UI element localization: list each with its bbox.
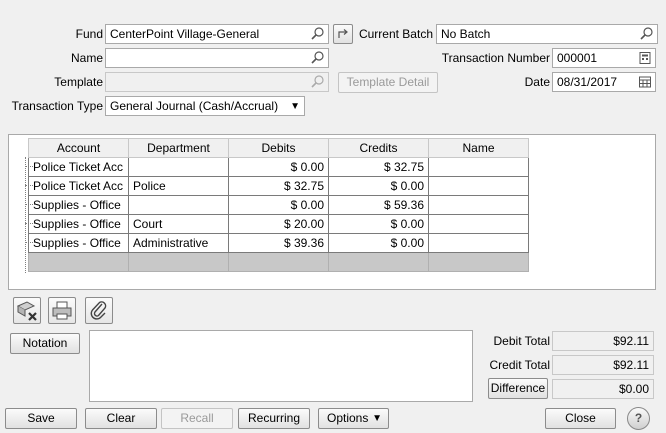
debit-total-value: $92.11 — [552, 331, 654, 351]
printer-icon — [52, 301, 72, 320]
table-row[interactable]: Police Ticket Acc $ 0.00 $ 32.75 — [28, 157, 529, 177]
save-button[interactable]: Save — [5, 408, 77, 429]
cell-credits[interactable]: $ 59.36 — [328, 195, 429, 215]
cell-debits[interactable]: $ 32.75 — [228, 176, 329, 196]
table-row[interactable]: Supplies - Office Court $ 20.00 $ 0.00 — [28, 214, 529, 234]
chevron-down-icon: ▼ — [372, 413, 382, 424]
grid-table[interactable]: Account Department Debits Credits Name P… — [28, 138, 529, 272]
name-field[interactable] — [105, 48, 329, 68]
lookup-icon[interactable] — [311, 51, 325, 65]
table-row[interactable]: Supplies - Office Administrative $ 39.36… — [28, 233, 529, 253]
current-batch-label: Current Batch — [358, 27, 433, 41]
delete-row-icon — [16, 301, 37, 321]
cell-debits[interactable]: $ 20.00 — [228, 214, 329, 234]
cell-credits[interactable]: $ 0.00 — [328, 176, 429, 196]
cell-credits[interactable]: $ 0.00 — [328, 214, 429, 234]
cell-debits[interactable]: $ 39.36 — [228, 233, 329, 253]
cell-name[interactable] — [428, 214, 529, 234]
column-header-name[interactable]: Name — [428, 138, 529, 158]
paperclip-icon — [90, 301, 107, 320]
attachment-button[interactable] — [85, 297, 113, 324]
cell-name[interactable] — [428, 233, 529, 253]
date-value: 08/31/2017 — [557, 75, 618, 89]
recurring-button[interactable]: Recurring — [238, 408, 310, 429]
column-header-department[interactable]: Department — [128, 138, 229, 158]
cell-account[interactable]: Supplies - Office — [28, 195, 129, 215]
name-label: Name — [70, 51, 103, 65]
column-header-credits[interactable]: Credits — [328, 138, 429, 158]
print-button[interactable] — [48, 297, 76, 324]
notation-textarea[interactable] — [89, 330, 473, 402]
cell-debits[interactable] — [228, 252, 329, 272]
cell-department[interactable]: Police — [128, 176, 229, 196]
fund-label: Fund — [75, 27, 103, 41]
credit-total-value: $92.11 — [552, 355, 654, 375]
cell-department[interactable]: Court — [128, 214, 229, 234]
close-button[interactable]: Close — [545, 408, 616, 429]
transaction-number-value: 000001 — [557, 51, 598, 65]
transaction-type-label: Transaction Type — [11, 99, 103, 113]
cell-account[interactable] — [28, 252, 129, 272]
transaction-type-select[interactable]: General Journal (Cash/Accrual) ▼ — [105, 96, 305, 116]
template-field — [105, 72, 329, 92]
fund-value: CenterPoint Village-General — [110, 27, 260, 41]
cell-name[interactable] — [428, 176, 529, 196]
help-button[interactable]: ? — [627, 407, 650, 430]
calendar-icon[interactable] — [638, 75, 652, 89]
difference-button[interactable]: Difference — [488, 378, 548, 399]
date-field[interactable]: 08/31/2017 — [552, 72, 656, 92]
cell-name[interactable] — [428, 195, 529, 215]
cell-name[interactable] — [428, 252, 529, 272]
calculator-icon[interactable] — [638, 51, 652, 65]
cell-name[interactable] — [428, 157, 529, 177]
cell-credits[interactable] — [328, 252, 429, 272]
date-label: Date — [524, 75, 550, 89]
column-header-account[interactable]: Account — [28, 138, 129, 158]
template-label: Template — [54, 75, 103, 89]
current-batch-field[interactable]: No Batch — [436, 24, 658, 44]
options-button[interactable]: Options ▼ — [318, 408, 389, 429]
cell-account[interactable]: Police Ticket Acc — [28, 176, 129, 196]
cell-department[interactable] — [128, 195, 229, 215]
transaction-number-label: Transaction Number — [441, 51, 550, 65]
options-label: Options — [327, 411, 369, 425]
lookup-icon[interactable] — [640, 27, 654, 41]
cell-credits[interactable]: $ 32.75 — [328, 157, 429, 177]
tree-connector — [25, 157, 26, 273]
transaction-type-value: General Journal (Cash/Accrual) — [110, 99, 279, 113]
notation-button[interactable]: Notation — [10, 333, 80, 354]
help-icon: ? — [634, 411, 643, 425]
cell-department[interactable]: Administrative — [128, 233, 229, 253]
debit-total-label: Debit Total — [493, 334, 550, 348]
difference-value: $0.00 — [552, 379, 654, 399]
cell-account[interactable]: Supplies - Office — [28, 214, 129, 234]
column-header-debits[interactable]: Debits — [228, 138, 329, 158]
transaction-grid[interactable]: Account Department Debits Credits Name P… — [8, 134, 656, 290]
table-row[interactable]: Police Ticket Acc Police $ 32.75 $ 0.00 — [28, 176, 529, 196]
cell-credits[interactable]: $ 0.00 — [328, 233, 429, 253]
new-row[interactable] — [28, 252, 529, 272]
lookup-icon[interactable] — [311, 27, 325, 41]
lookup-icon — [311, 75, 324, 88]
cell-department[interactable] — [128, 252, 229, 272]
cell-department[interactable] — [128, 157, 229, 177]
recall-button: Recall — [161, 408, 233, 429]
table-row[interactable]: Supplies - Office $ 0.00 $ 59.36 — [28, 195, 529, 215]
cell-debits[interactable]: $ 0.00 — [228, 157, 329, 177]
chevron-down-icon: ▼ — [290, 101, 300, 112]
cell-account[interactable]: Supplies - Office — [28, 233, 129, 253]
fund-field[interactable]: CenterPoint Village-General — [105, 24, 329, 44]
current-batch-value: No Batch — [441, 27, 491, 41]
delete-row-button[interactable] — [13, 297, 41, 324]
template-detail-button: Template Detail — [338, 72, 438, 93]
credit-total-label: Credit Total — [489, 358, 550, 372]
clear-button[interactable]: Clear — [85, 408, 157, 429]
cell-account[interactable]: Police Ticket Acc — [28, 157, 129, 177]
cell-debits[interactable]: $ 0.00 — [228, 195, 329, 215]
transaction-number-field[interactable]: 000001 — [552, 48, 656, 68]
